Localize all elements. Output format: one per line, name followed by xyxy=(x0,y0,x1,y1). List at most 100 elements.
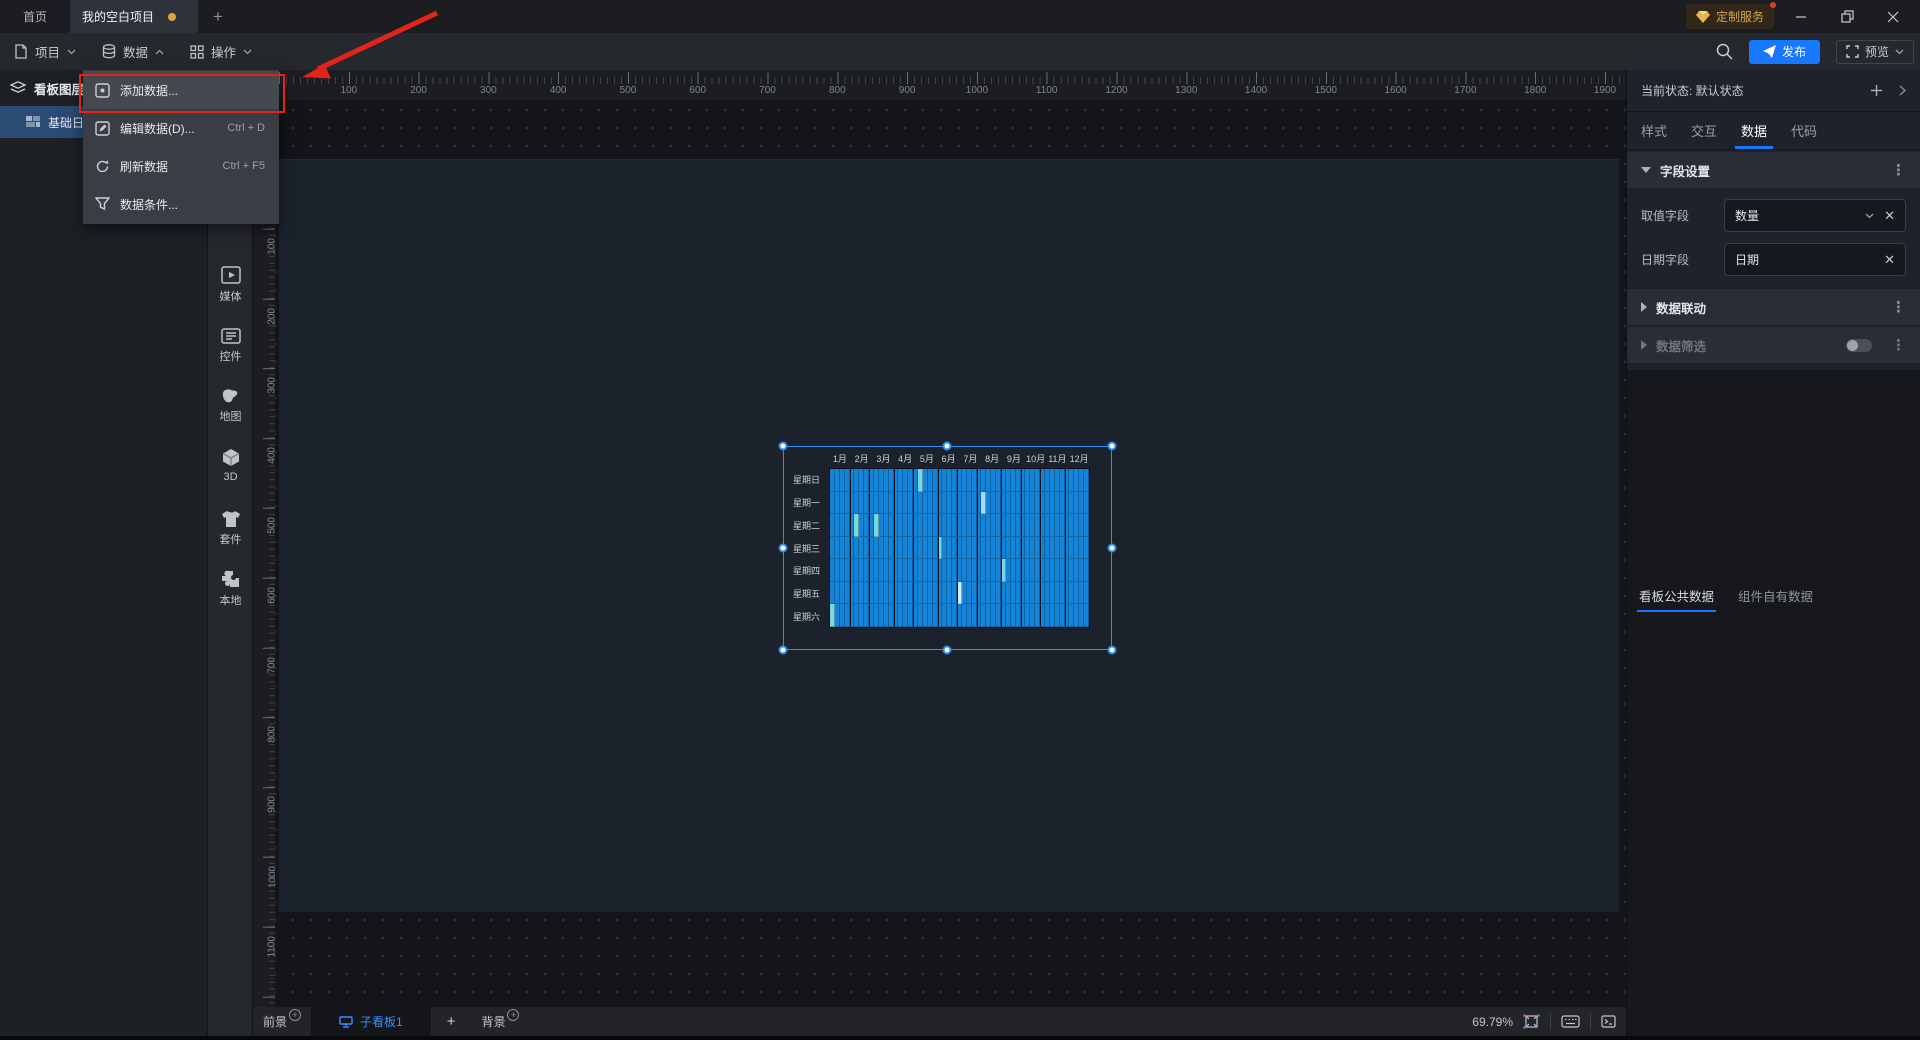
subboard-tab[interactable]: 子看板1 xyxy=(311,1007,431,1036)
menu-operations-label: 操作 xyxy=(211,46,237,60)
value-field-select[interactable]: 数量 ✕ xyxy=(1724,199,1906,232)
tab-component-own-data[interactable]: 组件自有数据 xyxy=(1738,578,1813,612)
new-tab-button[interactable]: + xyxy=(198,0,238,33)
menu-project[interactable]: 项目 xyxy=(14,33,76,70)
controls-icon xyxy=(220,328,241,344)
section-title: 字段设置 xyxy=(1660,164,1711,179)
tab-board-shared-data[interactable]: 看板公共数据 xyxy=(1636,578,1717,612)
preview-button[interactable]: 预览 xyxy=(1835,39,1914,64)
minimize-button[interactable] xyxy=(1782,0,1820,33)
caret-right-icon xyxy=(1641,340,1647,350)
chevron-right-icon[interactable] xyxy=(1899,85,1906,96)
month-label: 8月 xyxy=(985,454,1000,464)
resize-handle-ne[interactable] xyxy=(1107,441,1117,451)
edit-icon xyxy=(95,120,110,136)
menu-operations[interactable]: 操作 xyxy=(190,33,252,70)
search-icon[interactable] xyxy=(1716,43,1733,60)
section-data-filter[interactable]: 数据筛选 ⋮ xyxy=(1627,327,1920,363)
canvas[interactable]: 100 200 300 400 500 600 700 800 900 1000 1100 1200 1… xyxy=(275,70,1626,1007)
ruler-label: 1000 xyxy=(267,865,275,889)
add-subboard-button[interactable]: + xyxy=(431,1013,472,1030)
tab-data[interactable]: 数据 xyxy=(1741,121,1767,140)
ruler-label: 300 xyxy=(267,377,275,395)
close-button[interactable] xyxy=(1874,0,1912,33)
palette-item-label: 套件 xyxy=(219,534,242,546)
tab-code[interactable]: 代码 xyxy=(1791,121,1817,140)
palette-item-3d[interactable]: 3D xyxy=(208,448,253,483)
weekday-label: 星期二 xyxy=(792,520,820,531)
resize-handle-e[interactable] xyxy=(1107,543,1117,553)
section-data-linkage[interactable]: 数据联动 ⋮ xyxy=(1627,289,1920,325)
palette-item-media[interactable]: 媒体 xyxy=(208,266,253,304)
plus-icon: + xyxy=(213,6,223,26)
ruler-label: 1100 xyxy=(267,935,275,958)
resize-handle-nw[interactable] xyxy=(778,441,788,451)
preview-label: 预览 xyxy=(1864,45,1889,59)
resize-handle-w[interactable] xyxy=(778,543,788,553)
month-label: 2月 xyxy=(854,454,869,464)
tab-interaction[interactable]: 交互 xyxy=(1691,121,1717,140)
keyboard-icon[interactable] xyxy=(1561,1015,1580,1028)
menu-item-label: 编辑数据(D)... xyxy=(120,121,195,136)
resize-handle-n[interactable] xyxy=(942,441,952,451)
resize-handle-se[interactable] xyxy=(1107,645,1117,655)
clear-icon[interactable]: ✕ xyxy=(1884,208,1895,224)
palette-item-kit[interactable]: 套件 xyxy=(208,510,253,547)
palette-item-map[interactable]: 地图 xyxy=(208,388,253,424)
month-labels: 1月 2月 3月 4月 5月 6月 7月 8月 9月 10月 11月 12月 xyxy=(829,452,1090,466)
tshirt-icon xyxy=(221,511,240,527)
menu-item-edit-data[interactable]: 编辑数据(D)... Ctrl + D xyxy=(83,109,279,147)
foreground-button[interactable]: 前景 + xyxy=(253,1009,311,1030)
calendar-cell xyxy=(1084,604,1089,627)
foreground-label: 前景 xyxy=(263,1015,288,1029)
data-area: 看板公共数据 组件自有数据 ＋ 添加数据 内存: 290 / 3795 / 40… xyxy=(1627,370,1920,1036)
background-button[interactable]: 背景 + xyxy=(471,1009,529,1030)
date-field-input[interactable]: 日期 ✕ xyxy=(1724,243,1906,276)
plus-icon: + xyxy=(446,1013,456,1030)
map-icon xyxy=(222,389,237,403)
calendar-cell xyxy=(1084,536,1089,560)
kebab-menu-icon[interactable]: ⋮ xyxy=(1891,338,1906,353)
palette-item-label: 本地 xyxy=(219,595,242,607)
calendar-grid xyxy=(829,468,1090,628)
add-state-icon[interactable] xyxy=(1870,84,1883,97)
calendar-heatmap-component[interactable]: 1月 2月 3月 4月 5月 6月 7月 8月 9月 10月 11月 12月 星期日 星期一 星期二 星期三… xyxy=(778,441,1117,655)
menu-data[interactable]: 数据 xyxy=(102,33,164,70)
tab-home-label: 首页 xyxy=(22,10,47,24)
menu-shortcut: Ctrl + D xyxy=(227,122,265,134)
tab-home[interactable]: 首页 xyxy=(0,0,70,33)
chevron-down-icon xyxy=(1865,213,1874,218)
titlebar-right: 定制服务 xyxy=(1685,0,1920,33)
ruler-label: 1100 xyxy=(1035,85,1058,96)
section-field-settings[interactable]: 字段设置 ⋮ xyxy=(1627,152,1920,188)
toolbar-right: 发布 预览 xyxy=(1716,33,1914,70)
database-icon xyxy=(102,44,116,59)
palette-item-local[interactable]: 本地 xyxy=(208,570,253,608)
file-icon xyxy=(15,44,27,59)
restore-button[interactable] xyxy=(1828,0,1866,33)
palette-item-controls[interactable]: 控件 xyxy=(208,328,253,364)
console-icon[interactable] xyxy=(1601,1015,1616,1028)
kebab-menu-icon[interactable]: ⋮ xyxy=(1891,163,1906,178)
filter-toggle[interactable] xyxy=(1846,338,1872,352)
clear-icon[interactable]: ✕ xyxy=(1884,252,1895,268)
menu-item-data-conditions[interactable]: 数据条件... xyxy=(83,185,279,223)
background-label: 背景 xyxy=(481,1015,506,1029)
tab-style[interactable]: 样式 xyxy=(1641,121,1667,140)
resize-handle-s[interactable] xyxy=(942,645,952,655)
puzzle-icon xyxy=(222,570,239,587)
tab-project[interactable]: 我的空白项目 xyxy=(70,0,198,33)
publish-button[interactable]: 发布 xyxy=(1748,39,1820,64)
month-label: 6月 xyxy=(941,454,956,464)
menu-item-label: 刷新数据 xyxy=(120,159,169,174)
calendar-cell xyxy=(1084,491,1089,515)
fit-screen-icon[interactable] xyxy=(1523,1014,1540,1029)
kebab-menu-icon[interactable]: ⋮ xyxy=(1891,300,1906,315)
resize-handle-sw[interactable] xyxy=(778,645,788,655)
custom-service-button[interactable]: 定制服务 xyxy=(1685,2,1776,29)
ruler-label: 400 xyxy=(549,85,567,96)
toggle-knob xyxy=(1847,339,1858,351)
toolbar: 项目 数据 操作 发布 预览 xyxy=(0,33,1920,70)
zoom-level[interactable]: 69.79% xyxy=(1472,1015,1513,1029)
menu-item-refresh-data[interactable]: 刷新数据 Ctrl + F5 xyxy=(83,147,279,185)
